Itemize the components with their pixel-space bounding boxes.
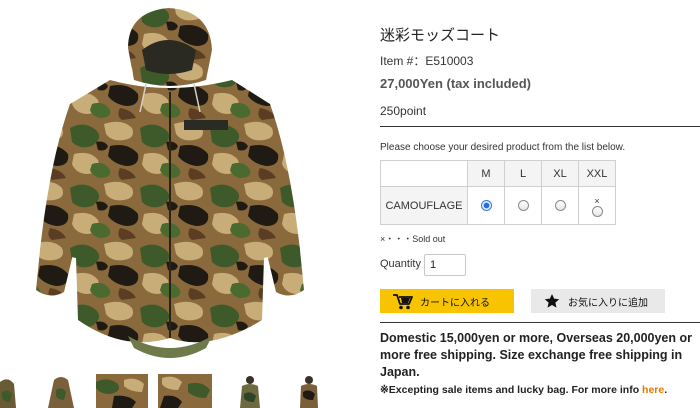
shipping-note: ※Excepting sale items and lucky bag. For… <box>380 384 667 396</box>
radio-size-xl[interactable] <box>554 200 566 212</box>
thumbnail-strip <box>0 374 340 408</box>
size-header-row: M L XL XXL <box>380 160 616 187</box>
thumbnail-5[interactable] <box>236 374 264 408</box>
cart-icon <box>392 291 414 311</box>
option-xxl-cell: × <box>578 186 616 225</box>
divider <box>380 126 700 127</box>
add-to-cart-label: カートに入れる <box>420 297 490 309</box>
size-header-xxl: XXL <box>578 160 616 187</box>
option-l-cell <box>504 186 542 225</box>
size-header-l: L <box>504 160 542 187</box>
sold-out-legend: ×・・・Sold out <box>380 234 446 244</box>
variant-instruction: Please choose your desired product from … <box>380 142 626 153</box>
radio-size-m[interactable] <box>480 200 492 212</box>
item-number: Item #：E510003 <box>380 54 474 68</box>
product-details: 迷彩モッズコート Item #：E510003 27,000Yen (tax i… <box>380 0 700 408</box>
color-label: CAMOUFLAGE <box>380 186 468 225</box>
option-xl-cell <box>541 186 579 225</box>
thumbnail-1[interactable] <box>0 374 16 408</box>
shipping-info: Domestic 15,000yen or more, Overseas 20,… <box>380 331 692 379</box>
add-to-cart-button[interactable]: カートに入れる <box>380 289 514 313</box>
divider <box>380 322 700 323</box>
radio-size-l[interactable] <box>517 200 529 212</box>
product-point: 250point <box>380 104 427 118</box>
variant-row: CAMOUFLAGE × <box>380 186 616 225</box>
shipping-note-text: ※Excepting sale items and lucky bag. For… <box>380 384 643 396</box>
more-info-link[interactable]: here <box>642 384 664 396</box>
star-icon <box>543 291 561 311</box>
quantity-label: Quantity <box>380 258 421 270</box>
option-m-cell <box>467 186 505 225</box>
product-image <box>36 8 304 358</box>
size-header-xl: XL <box>541 160 579 187</box>
soldout-option: × <box>591 195 603 217</box>
table-corner-cell <box>380 160 468 187</box>
shipping-note-end: . <box>664 384 668 396</box>
product-price: 27,000Yen (tax included) <box>380 76 532 91</box>
radio-size-xxl[interactable] <box>591 205 603 217</box>
quantity-input[interactable] <box>424 254 466 276</box>
thumbnail-4[interactable] <box>158 374 212 408</box>
thumbnail-6[interactable] <box>296 374 322 408</box>
thumbnail-3[interactable] <box>96 374 148 408</box>
product-title: 迷彩モッズコート <box>380 27 501 44</box>
sold-out-mark: × <box>594 195 600 206</box>
add-to-favorites-label: お気に入りに追加 <box>568 297 648 309</box>
thumbnail-2[interactable] <box>44 374 78 408</box>
variant-table: M L XL XXL CAMOUFLAGE × <box>380 160 616 225</box>
add-to-favorites-button[interactable]: お気に入りに追加 <box>531 289 665 313</box>
size-header-m: M <box>467 160 505 187</box>
